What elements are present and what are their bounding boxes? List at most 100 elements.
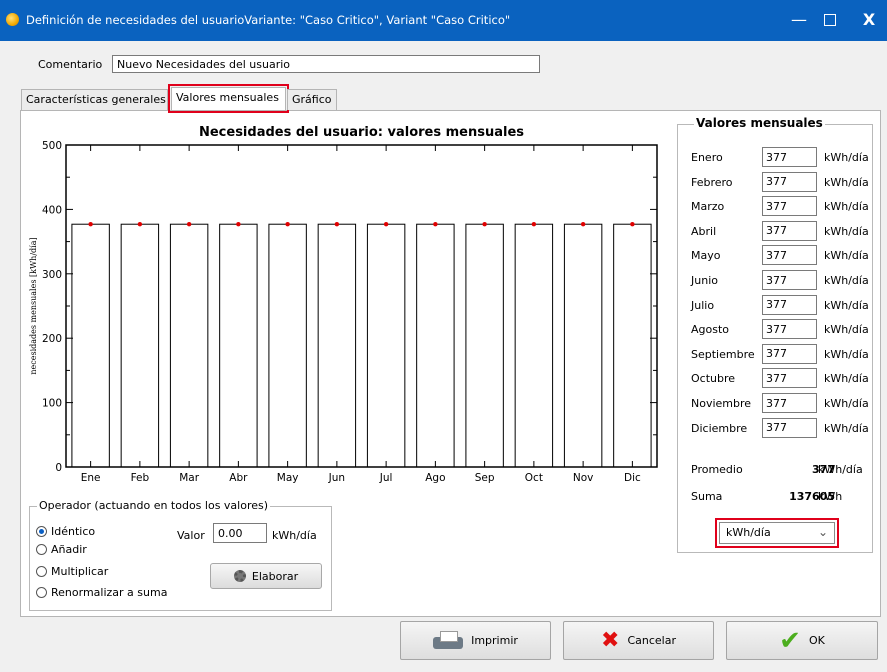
month-row-marzo: Marzo kWh/día <box>691 196 871 218</box>
cancel-button[interactable]: ✖ Cancelar <box>563 621 714 660</box>
month-value-input[interactable] <box>762 171 817 192</box>
chevron-down-icon: ⌄ <box>817 525 828 539</box>
maximize-icon <box>824 14 836 26</box>
unit-select-value: kWh/día <box>726 526 771 539</box>
close-button[interactable]: X <box>856 8 882 32</box>
value-marker <box>236 222 241 227</box>
month-value-input[interactable] <box>762 368 817 389</box>
bar-sep <box>465 223 504 468</box>
y-tick-label: 300 <box>42 269 62 281</box>
month-value-input[interactable] <box>762 220 817 241</box>
valor-input[interactable] <box>213 523 267 543</box>
promedio-unit: kWh/día <box>818 463 863 476</box>
month-unit: kWh/día <box>824 274 869 287</box>
month-row-julio: Julio kWh/día <box>691 294 871 317</box>
radio-label: Multiplicar <box>51 565 109 578</box>
month-value-input[interactable] <box>762 393 817 413</box>
chart-title: Necesidades del usuario: valores mensual… <box>199 125 524 140</box>
month-row-mayo: Mayo kWh/día <box>691 245 871 267</box>
x-tick-label: Dic <box>624 472 641 484</box>
month-unit: kWh/día <box>824 372 869 386</box>
x-tick-label: Feb <box>131 472 150 484</box>
month-label: Febrero <box>691 175 733 189</box>
x-tick-label: Ene <box>81 472 101 484</box>
printer-icon <box>433 630 464 651</box>
y-tick-label: 100 <box>42 398 62 410</box>
ok-label: OK <box>808 634 825 647</box>
month-label: Julio <box>691 298 715 312</box>
month-unit: kWh/día <box>824 421 869 435</box>
month-value-input[interactable] <box>762 417 817 438</box>
radio-button-icon <box>36 566 47 577</box>
month-unit: kWh/día <box>824 224 869 238</box>
x-tick-label: Jun <box>328 472 345 484</box>
month-row-octubre: Octubre kWh/día <box>691 368 871 390</box>
radio-identico[interactable]: Idéntico <box>36 525 95 538</box>
month-row-agosto: Agosto kWh/día <box>691 319 871 341</box>
value-marker <box>433 222 438 227</box>
radio-button-icon <box>36 544 47 555</box>
radio-button-icon <box>36 587 47 598</box>
bar-ago <box>416 223 455 468</box>
y-axis-label: necesidades mensuales [kWh/día] <box>29 237 38 374</box>
month-row-septiembre: Septiembre kWh/día <box>691 343 871 366</box>
month-label: Enero <box>691 151 723 164</box>
comment-label: Comentario <box>38 58 103 71</box>
month-value-input[interactable] <box>762 319 817 340</box>
unit-select[interactable]: kWh/día ⌄ <box>715 518 839 548</box>
x-tick-label: Jul <box>379 472 393 484</box>
green-check-icon: ✔ <box>779 625 801 656</box>
bar-jun <box>317 223 357 468</box>
x-tick-label: Mar <box>179 472 199 484</box>
month-row-abril: Abril kWh/día <box>691 220 871 243</box>
elaborar-button[interactable]: Elaborar <box>210 563 322 589</box>
bar-ene <box>71 223 110 468</box>
month-row-enero: Enero kWh/día <box>691 147 871 169</box>
bar-jul <box>366 223 406 468</box>
month-value-input[interactable] <box>762 270 817 290</box>
bar-may <box>268 223 307 468</box>
month-label: Mayo <box>691 249 721 263</box>
radio-button-icon <box>36 526 47 537</box>
bar-abr <box>219 223 258 468</box>
month-value-input[interactable] <box>762 294 817 315</box>
title-bar: Definición de necesidades del usuarioVar… <box>0 0 887 41</box>
gear-icon <box>233 570 246 582</box>
monthly-needs-chart: Necesidades del usuario: valores mensual… <box>29 125 658 484</box>
bar-dic <box>613 223 652 468</box>
bar-feb <box>120 223 160 468</box>
x-tick-label: May <box>277 472 299 484</box>
radio-renormalizar[interactable]: Renormalizar a suma <box>36 586 167 599</box>
radio-label: Idéntico <box>51 525 96 538</box>
month-value-input[interactable] <box>762 196 817 217</box>
radio-multiplicar[interactable]: Multiplicar <box>36 565 108 578</box>
radio-anadir[interactable]: Añadir <box>36 543 87 556</box>
month-unit: kWh/día <box>824 347 869 361</box>
month-row-diciembre: Diciembre kWh/día <box>691 417 871 440</box>
month-row-junio: Junio kWh/día <box>691 270 871 292</box>
maximize-button[interactable] <box>817 8 843 32</box>
month-unit: kWh/día <box>824 323 869 337</box>
minimize-button[interactable]: — <box>786 8 812 32</box>
month-unit: kWh/día <box>824 151 869 164</box>
month-label: Junio <box>691 274 718 287</box>
y-tick-label: 400 <box>42 204 62 216</box>
red-x-icon: ✖ <box>601 627 620 653</box>
tab-valores-mensuales[interactable]: Valores mensuales <box>168 84 289 113</box>
month-label: Diciembre <box>691 421 748 435</box>
tab-grafico[interactable]: Gráfico <box>287 89 337 110</box>
ok-button[interactable]: ✔ OK <box>726 621 878 660</box>
comment-input[interactable] <box>112 55 540 73</box>
value-marker <box>580 222 586 227</box>
month-value-input[interactable] <box>762 245 817 266</box>
month-unit: kWh/día <box>824 397 869 410</box>
value-marker <box>137 222 143 227</box>
month-label: Marzo <box>691 200 725 214</box>
month-label: Octubre <box>691 372 736 386</box>
month-value-input[interactable] <box>762 147 817 167</box>
print-label: Imprimir <box>471 634 518 647</box>
print-button[interactable]: Imprimir <box>400 621 551 660</box>
y-tick-label: 200 <box>42 333 62 345</box>
month-value-input[interactable] <box>762 343 817 364</box>
tab-caracteristicas-generales[interactable]: Características generales <box>21 89 168 110</box>
